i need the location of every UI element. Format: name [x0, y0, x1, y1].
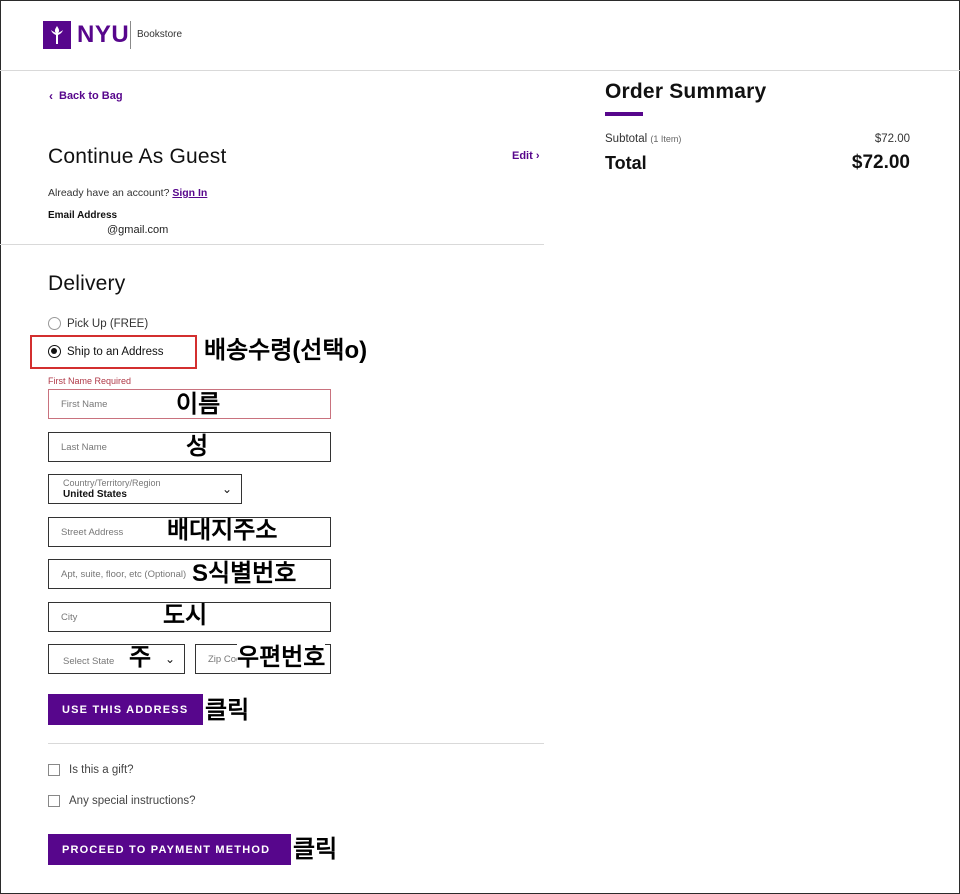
gift-option[interactable]: Is this a gift? [48, 764, 134, 776]
annotation-ship: 배송수령(선택o) [204, 337, 368, 364]
brand-name[interactable]: NYU [77, 21, 129, 49]
delivery-section-title: Delivery [48, 272, 126, 295]
account-prompt-text: Already have an account? [48, 187, 170, 199]
order-summary-accent-bar [605, 112, 643, 116]
special-instructions-option[interactable]: Any special instructions? [48, 795, 196, 807]
brand-subtitle: Bookstore [137, 29, 183, 40]
annotation-state: 주 [129, 644, 152, 671]
back-to-bag-label: Back to Bag [59, 90, 123, 102]
city-placeholder: City [61, 612, 78, 623]
chevron-down-icon: ⌄ [164, 652, 175, 666]
order-summary-title: Order Summary [605, 80, 767, 103]
logo-divider [130, 21, 131, 49]
site-header: NYU Bookstore [0, 0, 960, 71]
annotation-click-2: 클릭 [293, 836, 338, 863]
apt-placeholder: Apt, suite, floor, etc (Optional) [61, 569, 187, 580]
total-value: $72.00 [851, 152, 910, 173]
sign-in-link[interactable]: Sign In [172, 187, 207, 199]
annotation-city: 도시 [163, 602, 208, 629]
country-value: United States [63, 489, 127, 500]
street-address-placeholder: Street Address [61, 527, 124, 538]
annotation-street: 배대지주소 [167, 517, 278, 544]
annotation-last-name: 성 [186, 433, 209, 460]
chevron-down-icon: ⌄ [221, 482, 232, 496]
last-name-placeholder: Last Name [61, 442, 107, 453]
state-placeholder: Select State [63, 656, 115, 667]
special-instructions-label: Any special instructions? [69, 795, 196, 807]
item-count: (1 Item) [650, 134, 682, 144]
chevron-left-icon: ‹ [49, 89, 53, 103]
ship-to-address-label: Ship to an Address [67, 345, 164, 358]
state-select[interactable]: Select State ⌄ [48, 644, 185, 674]
account-prompt: Already have an account? Sign In [48, 187, 207, 199]
country-select[interactable]: Country/Territory/Region United States ⌄ [48, 474, 242, 504]
use-this-address-button[interactable]: USE THIS ADDRESS [48, 694, 203, 725]
edit-link[interactable]: Edit › [512, 150, 540, 162]
pickup-label: Pick Up (FREE) [67, 317, 149, 330]
special-instructions-checkbox[interactable] [48, 795, 60, 807]
subtotal-text: Subtotal [605, 133, 648, 145]
annotation-apt: S식별번호 [192, 560, 297, 587]
nyu-torch-logo-icon[interactable] [43, 21, 71, 49]
total-label: Total [605, 153, 647, 173]
proceed-to-payment-button[interactable]: PROCEED TO PAYMENT METHOD [48, 834, 291, 865]
gift-checkbox[interactable] [48, 764, 60, 776]
email-label: Email Address [48, 210, 118, 221]
guest-section-title: Continue As Guest [48, 145, 227, 168]
section-divider [0, 244, 544, 245]
options-divider [48, 743, 544, 744]
chevron-right-icon: › [535, 150, 540, 162]
pickup-option[interactable]: Pick Up (FREE) [48, 317, 148, 330]
pickup-radio[interactable] [48, 317, 61, 330]
ship-to-address-option[interactable]: Ship to an Address [48, 345, 164, 358]
first-name-placeholder: First Name [61, 399, 108, 410]
annotation-click-1: 클릭 [205, 697, 250, 724]
back-to-bag-link[interactable]: ‹ Back to Bag [49, 89, 123, 103]
annotation-first-name: 이름 [176, 391, 221, 418]
subtotal-value: $72.00 [874, 133, 910, 145]
first-name-error: First Name Required [48, 376, 132, 386]
country-label: Country/Territory/Region [63, 478, 161, 488]
annotation-zip: 우편번호 [237, 644, 326, 672]
edit-label: Edit [512, 150, 533, 162]
ship-to-address-radio[interactable] [48, 345, 61, 358]
email-value: @gmail.com [107, 224, 169, 236]
gift-label: Is this a gift? [69, 764, 134, 776]
subtotal-label: Subtotal (1 Item) [605, 133, 681, 145]
